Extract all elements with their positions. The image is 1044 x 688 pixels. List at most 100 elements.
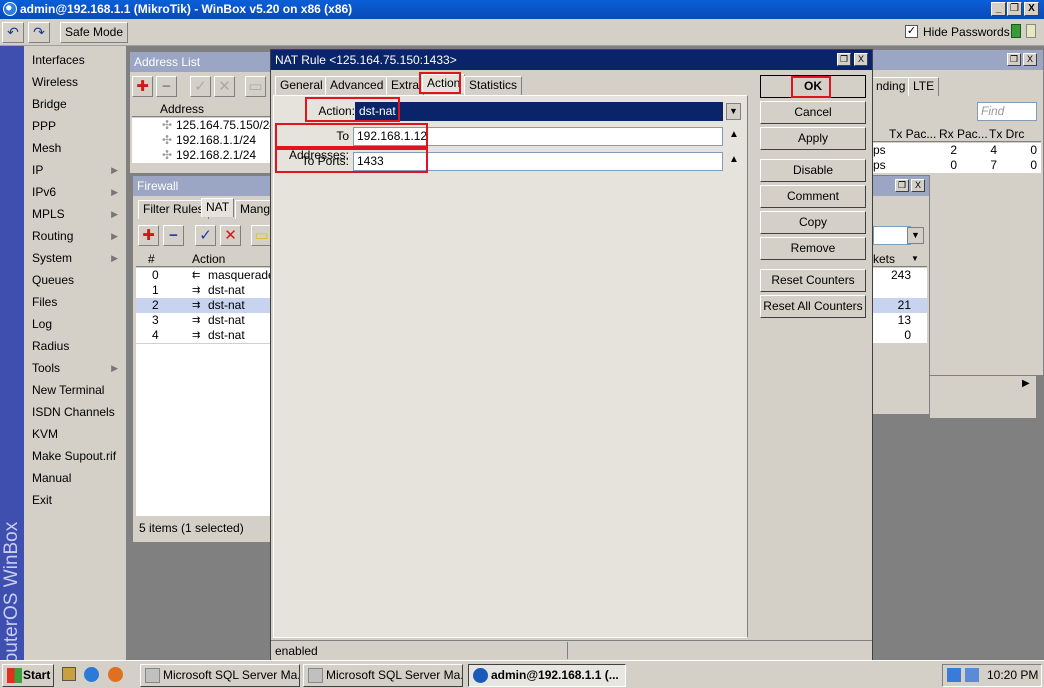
list-item[interactable]: ✣ 192.168.2.1/24 bbox=[132, 148, 272, 163]
taskbar-item-sql-2[interactable]: Microsoft SQL Server Ma... bbox=[303, 664, 463, 687]
list-item[interactable]: ✣ 192.168.1.1/24 bbox=[132, 133, 272, 148]
list-item[interactable]: ✣ 125.164.75.150/24 bbox=[132, 118, 276, 133]
close-icon[interactable]: X bbox=[854, 53, 868, 66]
menu-item-log[interactable]: Log bbox=[24, 313, 124, 335]
table-row[interactable]: 3 ⇉ dst-nat bbox=[136, 313, 272, 328]
enable-icon[interactable]: ✓ bbox=[190, 76, 211, 97]
tab-statistics[interactable]: Statistics bbox=[464, 76, 523, 95]
table-row[interactable]: 243 bbox=[871, 268, 927, 283]
action-select[interactable]: dst-nat bbox=[355, 102, 723, 121]
close-button[interactable]: X bbox=[1024, 2, 1039, 16]
taskbar-item-sql-1[interactable]: Microsoft SQL Server Ma... bbox=[140, 664, 300, 687]
add-icon[interactable]: ✚ bbox=[138, 225, 159, 246]
col-rx-packets[interactable]: Rx Pac... bbox=[939, 127, 988, 141]
menu-item-ip[interactable]: IP ▶ bbox=[24, 159, 124, 181]
restore-icon[interactable]: ❐ bbox=[837, 53, 851, 66]
collapse-up-icon[interactable]: ▲ bbox=[729, 129, 739, 140]
ie-icon[interactable] bbox=[84, 667, 99, 682]
show-desktop-icon[interactable] bbox=[62, 667, 76, 681]
remove-button[interactable]: Remove bbox=[760, 237, 866, 260]
table-row[interactable]: 4 ⇉ dst-nat bbox=[136, 328, 272, 343]
menu-item-isdn-channels[interactable]: ISDN Channels bbox=[24, 401, 124, 423]
table-row[interactable]: 21 bbox=[871, 298, 927, 313]
disable-icon[interactable]: ✕ bbox=[220, 225, 241, 246]
menu-item-make-supout[interactable]: Make Supout.rif bbox=[24, 445, 124, 467]
tab-general[interactable]: General bbox=[275, 76, 328, 95]
col-tx-packets[interactable]: Tx Pac... bbox=[889, 127, 936, 141]
table-row[interactable] bbox=[871, 283, 927, 298]
comment-icon[interactable]: ▭ bbox=[251, 225, 272, 246]
menu-item-exit[interactable]: Exit bbox=[24, 489, 124, 511]
dropdown-icon[interactable]: ▼ bbox=[907, 227, 924, 244]
menu-item-wireless[interactable]: Wireless bbox=[24, 71, 124, 93]
table-row[interactable]: 2 ⇉ dst-nat bbox=[136, 298, 272, 313]
taskbar-item-winbox[interactable]: admin@192.168.1.1 (... bbox=[468, 664, 626, 687]
find-input[interactable]: Find bbox=[977, 102, 1037, 121]
remove-icon[interactable]: − bbox=[163, 225, 184, 246]
safe-mode-button[interactable]: Safe Mode bbox=[60, 22, 128, 43]
menu-item-new-terminal[interactable]: New Terminal bbox=[24, 379, 124, 401]
firefox-icon[interactable] bbox=[108, 667, 123, 682]
menu-item-mpls[interactable]: MPLS ▶ bbox=[24, 203, 124, 225]
firewall-window: Firewall Filter Rules NAT Mangl ✚ − ✓ ✕ … bbox=[132, 175, 278, 543]
table-row[interactable]: 13 bbox=[871, 313, 927, 328]
remove-icon[interactable]: − bbox=[156, 76, 177, 97]
restore-icon[interactable]: ❐ bbox=[1007, 53, 1021, 66]
disable-button[interactable]: Disable bbox=[760, 159, 866, 182]
hide-passwords-label: Hide Passwords bbox=[923, 25, 1010, 39]
redo-icon[interactable]: ↷ bbox=[28, 22, 50, 43]
menu-item-routing[interactable]: Routing ▶ bbox=[24, 225, 124, 247]
copy-button[interactable]: Copy bbox=[760, 211, 866, 234]
table-row[interactable]: ps 2 4 0 bbox=[871, 143, 1041, 158]
disable-icon[interactable]: ✕ bbox=[214, 76, 235, 97]
apply-button[interactable]: Apply bbox=[760, 127, 866, 150]
add-icon[interactable]: ✚ bbox=[132, 76, 153, 97]
menu-item-interfaces[interactable]: Interfaces bbox=[24, 49, 124, 71]
table-row[interactable]: 1 ⇉ dst-nat bbox=[136, 283, 272, 298]
collapse-up-icon[interactable]: ▲ bbox=[729, 154, 739, 165]
menu-item-ipv6[interactable]: IPv6 ▶ bbox=[24, 181, 124, 203]
dropdown-icon[interactable]: ▼ bbox=[726, 103, 741, 120]
col-number[interactable]: # bbox=[148, 252, 155, 266]
enable-icon[interactable]: ✓ bbox=[195, 225, 216, 246]
menu-item-radius[interactable]: Radius bbox=[24, 335, 124, 357]
filter-input[interactable] bbox=[873, 226, 911, 245]
network-icon[interactable] bbox=[965, 668, 979, 682]
maximize-button[interactable]: ❐ bbox=[1007, 2, 1022, 16]
hide-passwords-checkbox[interactable]: ✓ bbox=[905, 25, 918, 38]
undo-icon[interactable]: ↶ bbox=[2, 22, 24, 43]
comment-icon[interactable]: ▭ bbox=[245, 76, 266, 97]
close-icon[interactable]: X bbox=[1023, 53, 1037, 66]
col-action[interactable]: Action bbox=[192, 252, 225, 266]
tab-advanced[interactable]: Advanced bbox=[325, 76, 389, 95]
col-address[interactable]: Address bbox=[160, 102, 204, 116]
table-row[interactable]: ps 0 7 0 bbox=[871, 158, 1041, 173]
minimize-button[interactable]: _ bbox=[991, 2, 1006, 16]
scroll-right-icon[interactable]: ▶ bbox=[1022, 378, 1030, 389]
col-tx-drops[interactable]: Tx Drc bbox=[989, 127, 1024, 141]
tab-nat[interactable]: NAT bbox=[201, 198, 235, 217]
menu-item-ppp[interactable]: PPP bbox=[24, 115, 124, 137]
menu-item-queues[interactable]: Queues bbox=[24, 269, 124, 291]
reset-counters-button[interactable]: Reset Counters bbox=[760, 269, 866, 292]
tab-bonding[interactable]: nding bbox=[871, 77, 911, 96]
network-icon[interactable] bbox=[947, 668, 961, 682]
menu-item-mesh[interactable]: Mesh bbox=[24, 137, 124, 159]
toolbar: ↶ ↷ Safe Mode ✓ Hide Passwords bbox=[0, 19, 1044, 46]
close-icon[interactable]: X bbox=[911, 179, 925, 192]
table-row[interactable]: 0 bbox=[871, 328, 927, 343]
menu-item-system[interactable]: System ▶ bbox=[24, 247, 124, 269]
start-button[interactable]: Start bbox=[2, 664, 54, 687]
menu-item-files[interactable]: Files bbox=[24, 291, 124, 313]
cancel-button[interactable]: Cancel bbox=[760, 101, 866, 124]
reset-all-counters-button[interactable]: Reset All Counters bbox=[760, 295, 866, 318]
tab-lte[interactable]: LTE bbox=[908, 77, 940, 96]
restore-icon[interactable]: ❐ bbox=[895, 179, 909, 192]
menu-item-kvm[interactable]: KVM bbox=[24, 423, 124, 445]
menu-item-manual[interactable]: Manual bbox=[24, 467, 124, 489]
comment-button[interactable]: Comment bbox=[760, 185, 866, 208]
tab-filter-rules[interactable]: Filter Rules bbox=[138, 200, 209, 219]
menu-item-bridge[interactable]: Bridge bbox=[24, 93, 124, 115]
menu-item-tools[interactable]: Tools ▶ bbox=[24, 357, 124, 379]
table-row[interactable]: 0 ⇇ masquerade bbox=[136, 268, 275, 283]
